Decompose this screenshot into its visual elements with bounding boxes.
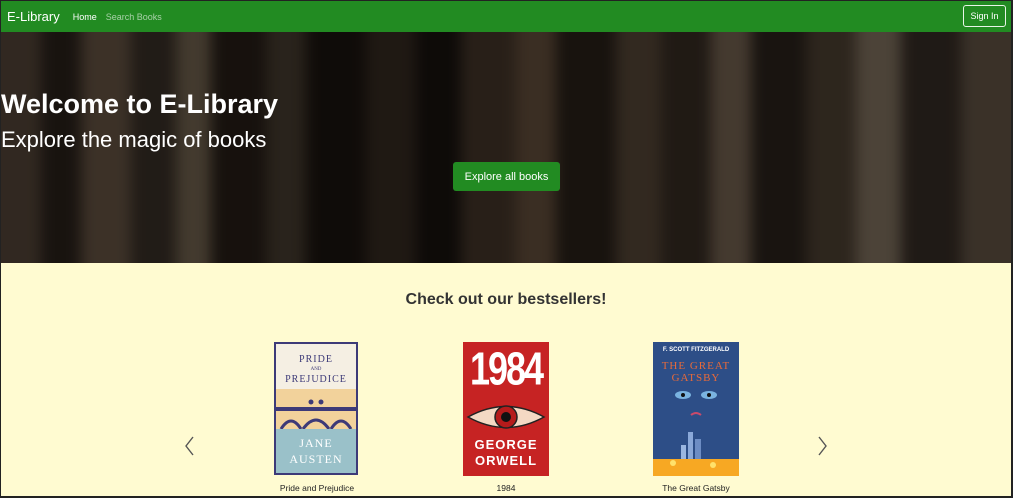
app-frame: E-Library Home Search Books Sign In Welc…: [1, 1, 1011, 496]
book-title[interactable]: The Great Gatsby: [626, 483, 766, 493]
bestsellers-title: Check out our bestsellers!: [405, 291, 607, 308]
book-card[interactable]: PRIDE AND PREJUDICE JANE AUSTEN: [274, 342, 358, 475]
book-title[interactable]: 1984: [436, 483, 576, 493]
nav-home-link[interactable]: Home: [73, 12, 97, 22]
carousel-prev-button[interactable]: [182, 434, 196, 458]
hero-title: Welcome to E-Library: [1, 89, 279, 119]
book-cover-image[interactable]: 1984 GEORGE ORWELL: [463, 342, 549, 476]
brand-logo[interactable]: E-Library: [7, 9, 60, 24]
navbar: E-Library Home Search Books Sign In: [1, 1, 1011, 32]
book-card[interactable]: F. SCOTT FITZGERALD THE GREAT GATSBY: [653, 342, 739, 476]
book-cover-image[interactable]: PRIDE AND PREJUDICE JANE AUSTEN: [274, 342, 358, 475]
carousel-next-button[interactable]: [816, 434, 830, 458]
eyes-skyline-illustration-icon: [653, 391, 739, 476]
explore-all-books-button[interactable]: Explore all books: [453, 162, 560, 191]
book-card[interactable]: 1984 GEORGE ORWELL: [463, 342, 549, 476]
chevron-right-icon: [818, 436, 827, 456]
book-title[interactable]: Pride and Prejudice: [247, 483, 387, 493]
sign-in-button[interactable]: Sign In: [963, 5, 1006, 27]
eye-icon: [466, 405, 546, 429]
bridge-illustration-icon: [276, 389, 356, 429]
hero-banner: Welcome to E-Library Explore the magic o…: [1, 32, 1011, 263]
hero-subtitle: Explore the magic of books: [1, 127, 267, 152]
chevron-left-icon: [185, 436, 194, 456]
book-cover-image[interactable]: F. SCOTT FITZGERALD THE GREAT GATSBY: [653, 342, 739, 476]
nav-search-books-link[interactable]: Search Books: [106, 12, 162, 22]
